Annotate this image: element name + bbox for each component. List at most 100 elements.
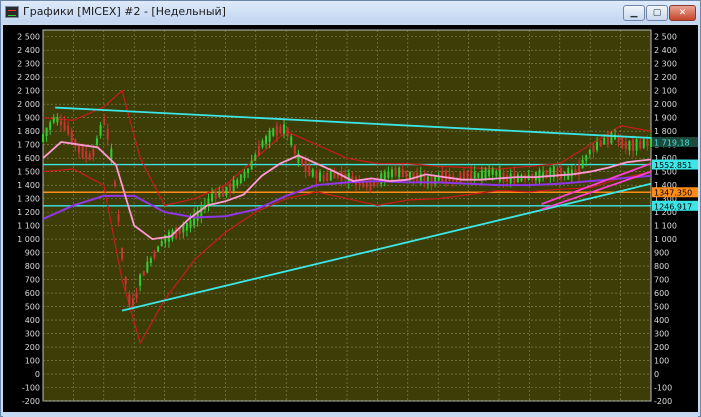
y-tick-label-right: 1 800 xyxy=(654,127,677,136)
candle-body xyxy=(142,271,145,276)
candle-body xyxy=(560,167,563,179)
y-tick-label-left: 0 xyxy=(35,370,40,379)
chart-window: Графики [MICEX] #2 - [Недельный] ▁ ▢ ✕ 2… xyxy=(0,0,701,417)
candle-body xyxy=(617,137,620,143)
candle-body xyxy=(261,140,264,148)
chart-app-icon xyxy=(5,6,19,18)
candle-body xyxy=(160,241,163,247)
candle-body xyxy=(272,128,275,136)
candle-body xyxy=(283,124,286,134)
window-title: Графики [MICEX] #2 - [Недельный] xyxy=(23,5,226,18)
candle-body xyxy=(182,225,185,233)
minimize-button[interactable]: ▁ xyxy=(623,5,645,21)
y-tick-label-left: -200 xyxy=(22,397,40,406)
candle-body xyxy=(106,129,109,140)
candle-body xyxy=(103,118,106,125)
y-tick-label-right: -100 xyxy=(654,384,672,393)
title-bar[interactable]: Графики [MICEX] #2 - [Недельный] ▁ ▢ ✕ xyxy=(1,1,700,23)
candle-body xyxy=(139,274,142,286)
y-tick-label-left: 1 900 xyxy=(17,114,40,123)
candle-body xyxy=(466,170,469,179)
candle-body xyxy=(218,191,221,197)
candle-body xyxy=(81,146,84,158)
candle-body xyxy=(56,116,59,123)
candle-body xyxy=(49,122,52,130)
y-tick-label-left: 600 xyxy=(25,289,40,298)
y-tick-label-left: 2 500 xyxy=(17,33,40,42)
candle-body xyxy=(624,141,627,150)
candle-body xyxy=(401,169,404,178)
status-bar xyxy=(3,412,698,417)
candle-body xyxy=(293,145,296,154)
candle-body xyxy=(232,179,235,192)
y-tick-label-left: 500 xyxy=(25,303,40,312)
candle-body xyxy=(322,175,325,181)
candle-body xyxy=(70,130,73,143)
y-tick-label-left: 900 xyxy=(25,249,40,258)
y-tick-label-right: 500 xyxy=(654,303,669,312)
candle-body xyxy=(642,139,645,148)
candle-body xyxy=(200,205,203,218)
y-tick-label-left: 1 000 xyxy=(17,235,40,244)
candle-body xyxy=(635,139,638,151)
y-tick-label-left: 700 xyxy=(25,276,40,285)
candle-body xyxy=(488,169,491,177)
candle-body xyxy=(473,171,476,179)
candle-body xyxy=(52,117,55,123)
y-tick-label-left: 2 200 xyxy=(17,73,40,82)
candle-body xyxy=(164,234,167,243)
candle-body xyxy=(124,276,127,285)
candle-body xyxy=(211,193,214,202)
candle-body xyxy=(146,261,149,273)
candle-body xyxy=(128,294,131,306)
chart-area[interactable]: 2 500 2 500 2 400 2 400 2 300 2 300 2 200 2 200… xyxy=(3,25,698,413)
candle-body xyxy=(279,126,282,134)
y-tick-label-left: 1 600 xyxy=(17,154,40,163)
y-tick-label-right: 2 300 xyxy=(654,60,677,69)
candle-body xyxy=(275,125,278,136)
candle-body xyxy=(153,251,156,259)
maximize-button[interactable]: ▢ xyxy=(646,5,668,21)
candle-body xyxy=(585,155,588,161)
y-tick-label-right: 2 200 xyxy=(654,73,677,82)
candle-body xyxy=(301,158,304,166)
candle-body xyxy=(639,140,642,148)
candle-body xyxy=(592,145,595,153)
candle-body xyxy=(99,125,102,136)
candle-body xyxy=(45,127,48,137)
candle-body xyxy=(430,175,433,187)
candle-body xyxy=(88,153,91,160)
candle-body xyxy=(229,183,232,193)
y-tick-label-right: 2 000 xyxy=(654,100,677,109)
candle-body xyxy=(603,137,606,145)
candle-body xyxy=(236,179,239,186)
price-label: 1246.917 xyxy=(654,202,692,211)
candle-body xyxy=(63,122,66,130)
price-chart[interactable]: 2 500 2 500 2 400 2 400 2 300 2 300 2 200 2 200… xyxy=(3,25,698,413)
y-tick-label-left: 2 000 xyxy=(17,100,40,109)
y-tick-label-left: 1 300 xyxy=(17,195,40,204)
candle-body xyxy=(498,169,501,182)
candle-body xyxy=(596,142,599,151)
candle-body xyxy=(398,167,401,178)
candle-body xyxy=(390,169,393,178)
candle-body xyxy=(408,171,411,179)
y-tick-label-right: 400 xyxy=(654,316,669,325)
y-tick-label-left: 300 xyxy=(25,330,40,339)
candle-body xyxy=(85,150,88,159)
candle-body xyxy=(581,159,584,169)
y-tick-label-right: 2 500 xyxy=(654,33,677,42)
y-tick-label-left: 2 300 xyxy=(17,60,40,69)
candle-body xyxy=(491,168,494,175)
price-label: 1 719,18 xyxy=(654,139,690,148)
candle-body xyxy=(268,130,271,142)
candle-body xyxy=(221,188,224,197)
candle-body xyxy=(257,145,260,156)
candle-body xyxy=(95,138,98,146)
y-tick-label-right: 800 xyxy=(654,262,669,271)
candle-body xyxy=(113,181,116,186)
candle-body xyxy=(265,136,268,145)
candle-body xyxy=(92,149,95,157)
close-button[interactable]: ✕ xyxy=(669,5,696,21)
candle-body xyxy=(185,222,188,231)
